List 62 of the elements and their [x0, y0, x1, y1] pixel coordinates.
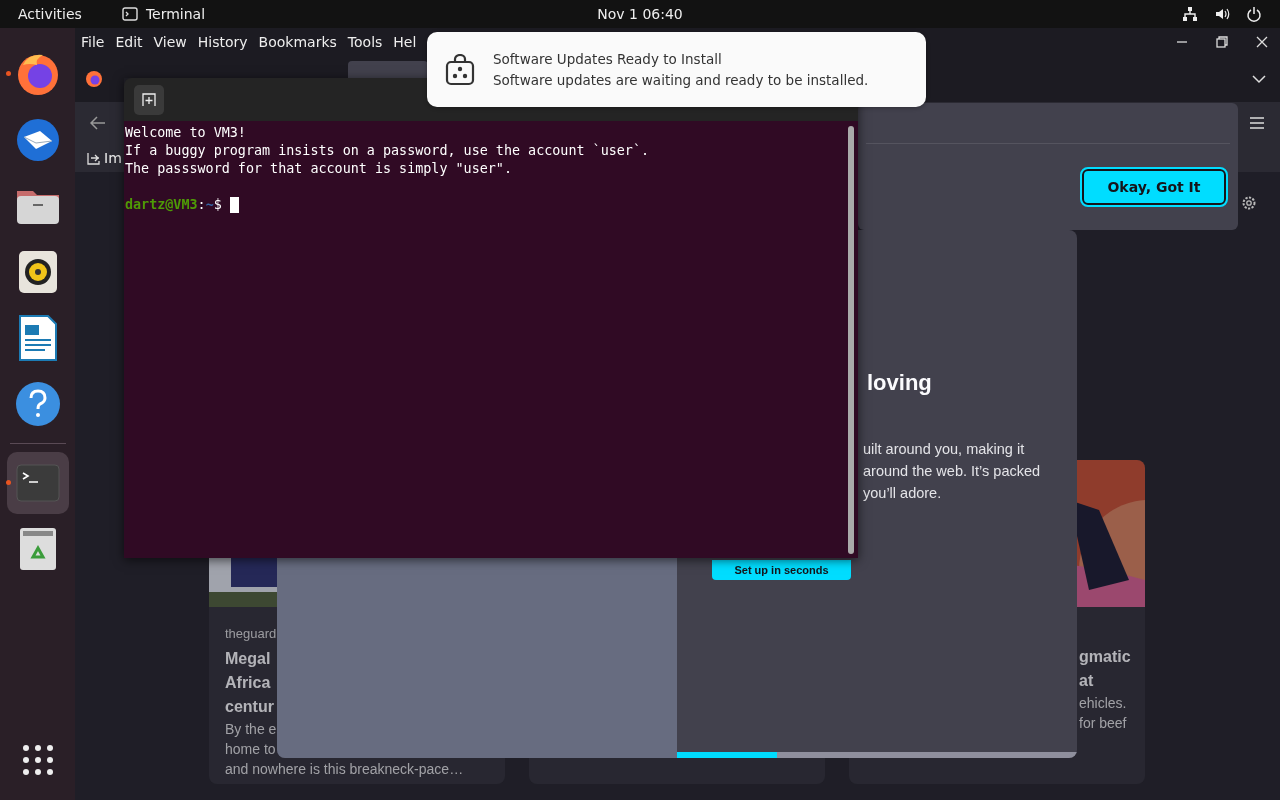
app-menu[interactable]: Terminal	[145, 6, 206, 22]
prompt-path: ~	[205, 196, 214, 214]
article-title: Africa	[225, 673, 271, 693]
menu-item[interactable]: Tools	[347, 34, 383, 50]
settings-icon[interactable]	[1241, 195, 1257, 211]
bookmark-link[interactable]: Im	[87, 150, 122, 166]
source-label: theguard	[225, 626, 277, 641]
menu-item[interactable]: File	[81, 34, 105, 50]
prompt-symbol: $	[213, 196, 223, 214]
article-title: gmatic	[1079, 647, 1131, 667]
dialog-text: around the web. It’s packed	[863, 462, 1041, 481]
power-icon[interactable]	[1246, 6, 1262, 22]
terminal-output: Welcome to VM3!	[125, 124, 247, 142]
terminal-icon	[15, 464, 60, 502]
text-cursor	[229, 197, 239, 213]
menu-item[interactable]: Bookmarks	[258, 34, 337, 50]
menu-item[interactable]: History	[197, 34, 248, 50]
article-title: Megal	[225, 649, 271, 669]
dialog-text: you’ll adore.	[863, 484, 942, 503]
dialog-heading: loving	[867, 370, 932, 396]
volume-icon[interactable]	[1214, 6, 1230, 22]
article-title: at	[1079, 671, 1094, 691]
network-icon[interactable]	[1182, 6, 1198, 22]
speaker-icon	[17, 250, 58, 294]
document-icon	[18, 315, 57, 361]
menu-item[interactable]: Hel	[393, 34, 417, 50]
article-text: ehicles.	[1079, 694, 1127, 713]
prompt-separator: :	[197, 196, 206, 214]
activities-button[interactable]: Activities	[18, 6, 82, 22]
terminal-output: The passsword for that account is simply "user".	[125, 160, 513, 178]
shopping-bag-icon	[445, 53, 475, 86]
dialog-text: uilt around you, making it	[863, 440, 1025, 459]
new-tab-icon	[141, 91, 157, 108]
app-grid-icon[interactable]	[21, 744, 54, 776]
envelope-globe-icon	[14, 117, 61, 163]
article-text: By the e	[225, 720, 277, 739]
ok-button[interactable]: Okay, Got It	[1082, 169, 1226, 205]
back-arrow-icon[interactable]	[90, 116, 106, 130]
notification-title: Software Updates Ready to Install	[493, 51, 723, 67]
setup-button[interactable]: Set up in seconds	[712, 560, 851, 580]
close-icon[interactable]	[1256, 36, 1268, 48]
trash-icon	[18, 527, 57, 571]
menu-item[interactable]: View	[153, 34, 187, 50]
help-icon	[14, 381, 61, 427]
import-icon	[87, 151, 100, 165]
terminal-icon	[121, 7, 138, 21]
article-text: and nowhere is this breakneck-pace…	[225, 760, 464, 779]
notification-message: Software updates are waiting and ready to be installed.	[493, 72, 869, 88]
fox-globe-icon[interactable]	[85, 70, 103, 88]
menu-icon[interactable]	[1250, 117, 1264, 129]
restore-icon[interactable]	[1216, 36, 1228, 48]
clock[interactable]: Nov 1 06:40	[432, 6, 848, 22]
menu-item[interactable]: Edit	[115, 34, 143, 50]
scrollbar[interactable]	[848, 126, 854, 554]
article-title: centur	[225, 697, 274, 717]
chevron-down-icon[interactable]	[1252, 74, 1266, 84]
new-tab-button[interactable]	[134, 84, 164, 115]
notification[interactable]: Software Updates Ready to Install Software updates are waiting and ready to be installed.	[427, 32, 926, 107]
article-text: for beef	[1079, 714, 1127, 733]
prompt-user: dartz@VM3	[125, 196, 198, 214]
terminal-output: If a buggy program insists on a password, use the account `user`.	[125, 142, 651, 160]
article-text: home to	[225, 740, 276, 759]
